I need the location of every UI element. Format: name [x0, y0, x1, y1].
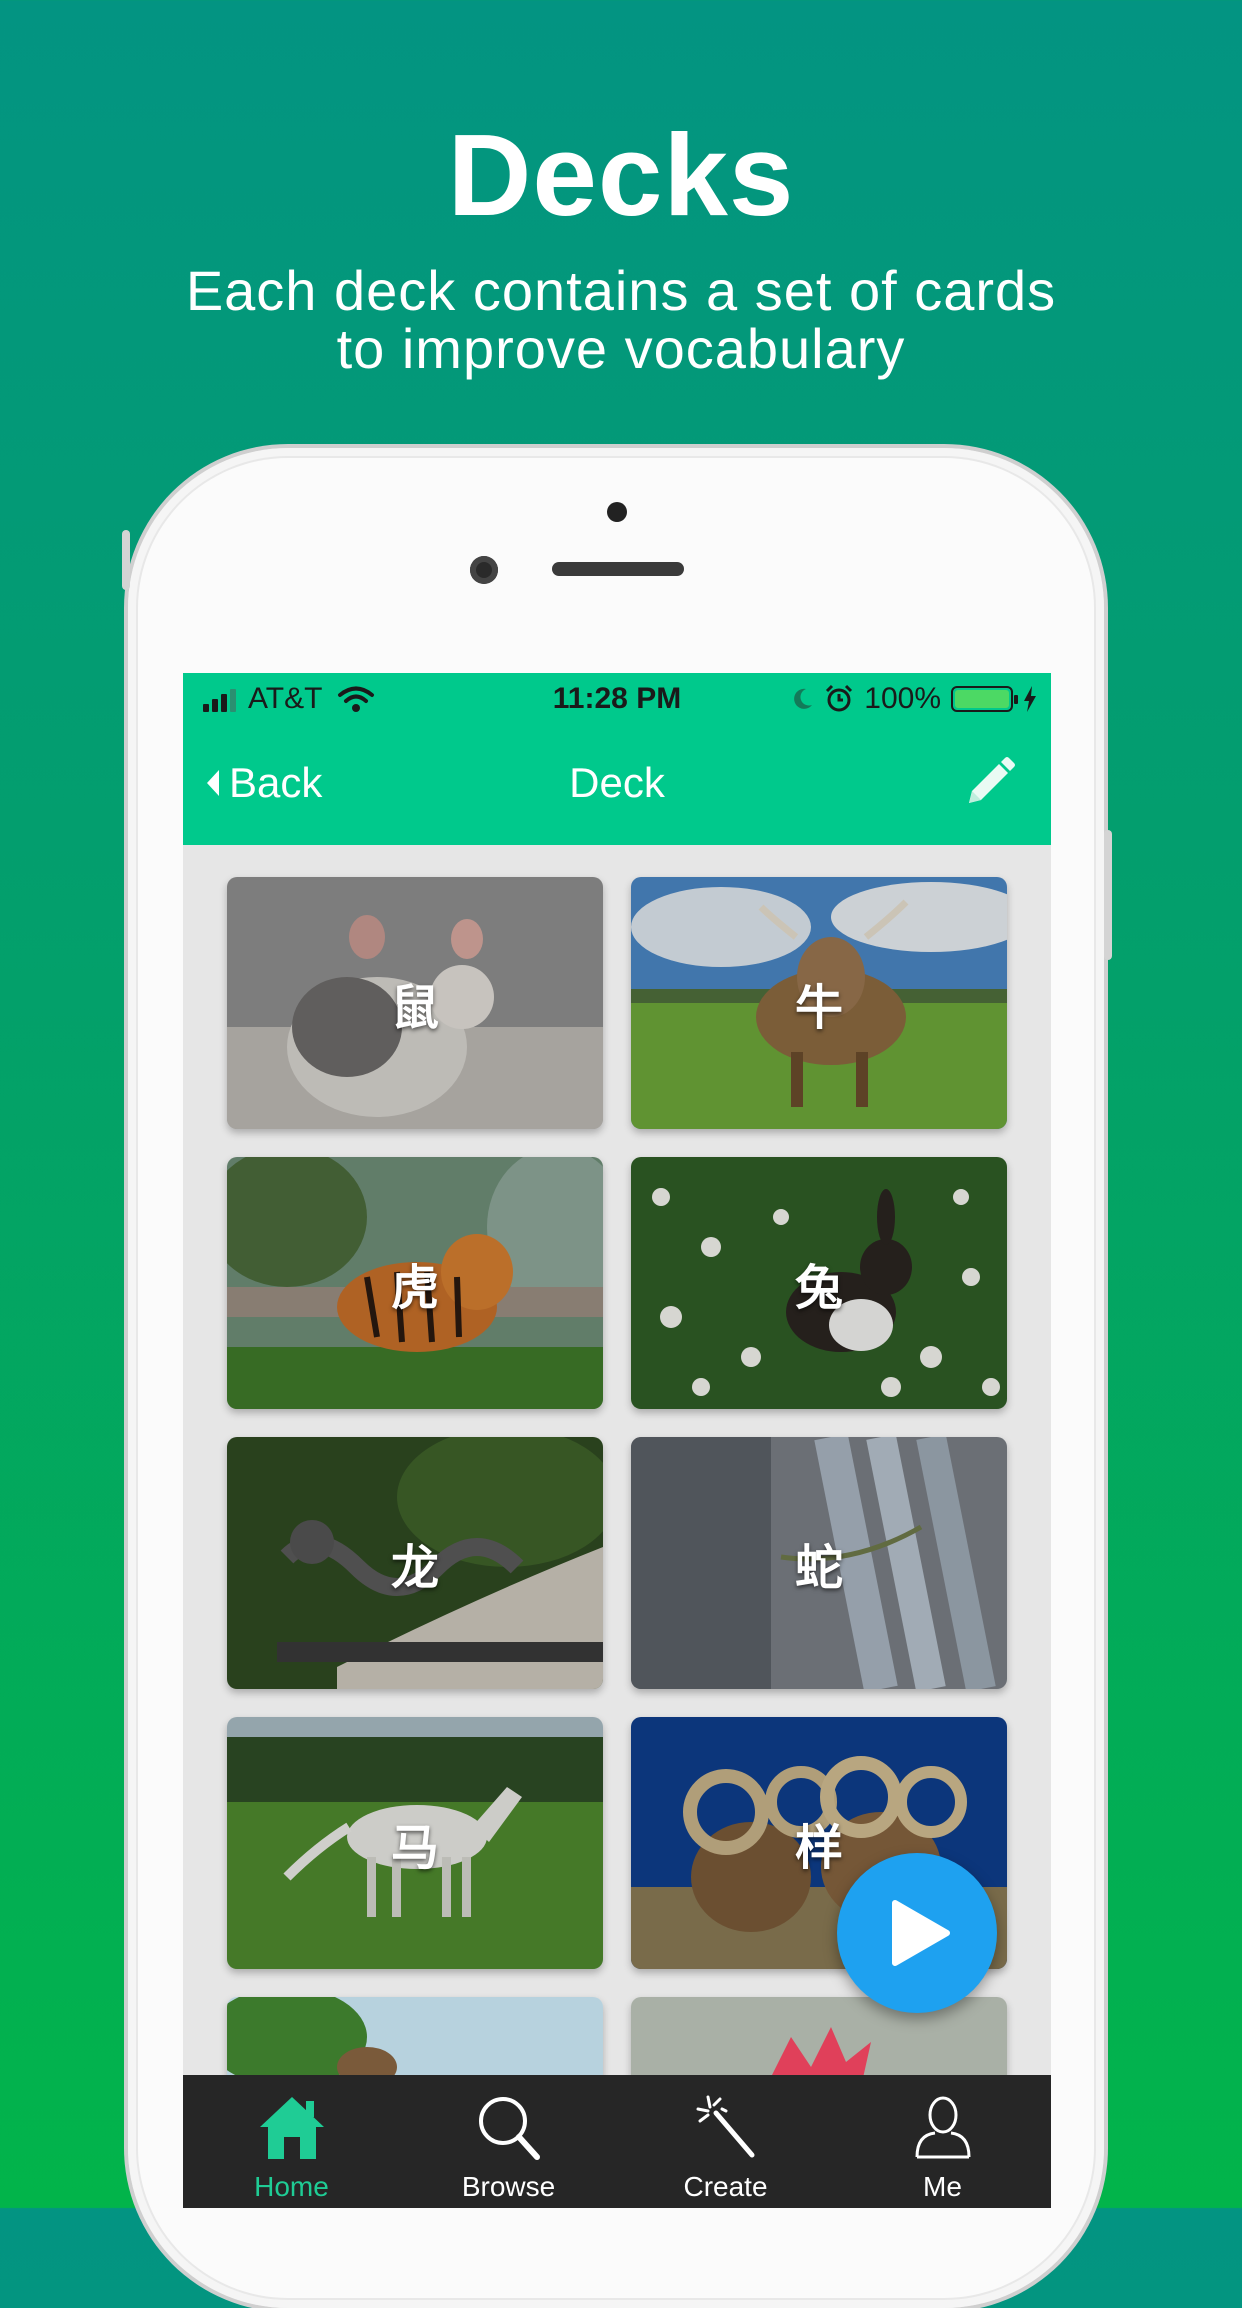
person-icon [915, 2096, 970, 2159]
status-right: 100% [792, 682, 1037, 716]
card-label: 牛 [794, 980, 843, 1036]
app-screen: AT&T 11:28 PM 100% Back Deck 鼠 牛 虎 兔 龙 蛇… [183, 673, 1051, 2208]
status-bar: AT&T 11:28 PM 100% [183, 673, 1051, 725]
play-icon [892, 1900, 950, 1966]
magic-wand-icon [696, 2095, 754, 2158]
deck-card-rabbit[interactable]: 兔 [631, 1157, 1007, 1409]
tab-label: Home [254, 2171, 329, 2202]
deck-card-snake[interactable]: 蛇 [631, 1437, 1007, 1689]
card-label: 鼠 [390, 980, 439, 1036]
front-camera [470, 556, 498, 584]
promo-title: Decks [447, 110, 795, 240]
deck-card-cow[interactable]: 牛 [631, 877, 1007, 1129]
card-label: 马 [390, 1820, 439, 1876]
moon-icon [794, 688, 813, 709]
alarm-icon [826, 684, 853, 712]
card-label: 虎 [390, 1260, 439, 1316]
earpiece-speaker [552, 562, 684, 576]
tab-bar: Home Browse Create Me [183, 2075, 1051, 2208]
deck-card-dragon[interactable]: 龙 [227, 1437, 603, 1689]
volume-button [122, 530, 130, 590]
battery-level [955, 690, 1009, 708]
deck-card-tiger[interactable]: 虎 [227, 1157, 603, 1409]
play-button[interactable] [837, 1853, 997, 2013]
tab-label: Browse [461, 2171, 556, 2202]
battery-percent: 100% [864, 682, 941, 715]
card-label: 龙 [390, 1540, 439, 1596]
tab-me[interactable]: Me [834, 2075, 1051, 2208]
charging-icon [1024, 686, 1036, 712]
pencil-icon[interactable] [961, 755, 1017, 811]
proximity-sensor [607, 502, 627, 522]
tab-label: Create [683, 2171, 768, 2202]
card-label: 兔 [794, 1260, 843, 1316]
search-icon [478, 2097, 540, 2160]
navigation-bar: Back Deck [183, 725, 1051, 845]
tab-label: Me [923, 2171, 962, 2202]
home-icon [259, 2097, 324, 2159]
page-title: Deck [569, 759, 665, 806]
deck-card-rat[interactable]: 鼠 [227, 877, 603, 1129]
tab-home[interactable]: Home [183, 2075, 400, 2208]
card-label: 蛇 [794, 1540, 843, 1596]
tab-create[interactable]: Create [617, 2075, 834, 2208]
promo-subtitle: Each deck contains a set of cards to imp… [185, 259, 1057, 380]
power-button [1104, 830, 1112, 960]
battery-icon [951, 686, 1018, 712]
tab-browse[interactable]: Browse [400, 2075, 617, 2208]
deck-card-horse[interactable]: 马 [227, 1717, 603, 1969]
